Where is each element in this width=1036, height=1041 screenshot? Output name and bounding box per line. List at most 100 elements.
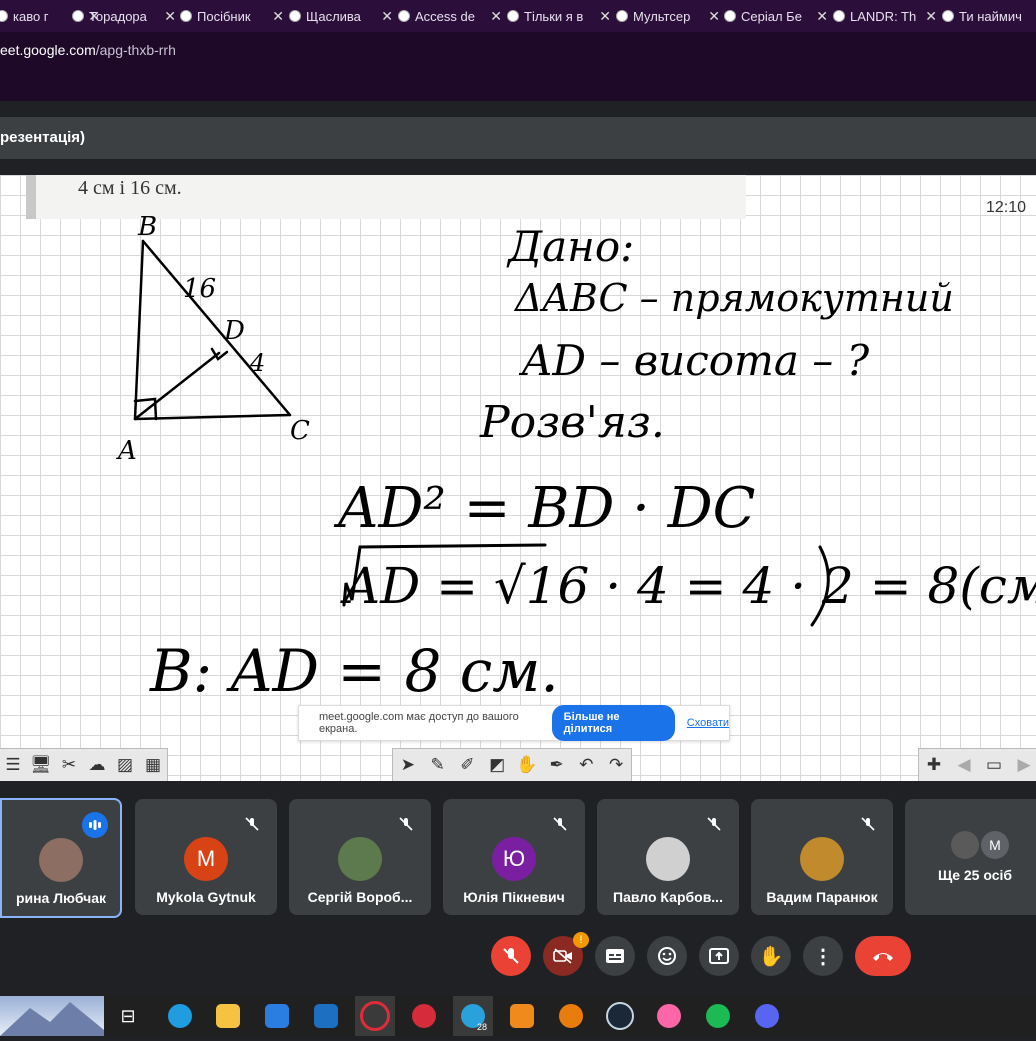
raise-hand-button[interactable]: ✋: [751, 936, 791, 976]
given-line-2: AD – висота – ?: [518, 336, 870, 385]
mail-icon: [314, 1004, 338, 1028]
more-participants-tile[interactable]: M Ще 25 осіб: [905, 799, 1036, 915]
image-icon[interactable]: ▨: [113, 752, 137, 778]
fl-studio-icon: [510, 1004, 534, 1028]
desktop-icon[interactable]: 🖥: [29, 752, 53, 778]
hide-notice-link[interactable]: Сховати: [687, 717, 729, 729]
browser-tab[interactable]: Ти наймич✕: [942, 0, 1036, 32]
pen-icon[interactable]: ✎: [425, 752, 451, 778]
app-red-button[interactable]: [404, 996, 444, 1036]
browser-tab-bar: каво г ✕ Торадора ✕ Посібник ✕ Щаслива ✕ Access …: [0, 0, 1036, 32]
tab-favicon-icon: [398, 10, 410, 22]
menu-icon[interactable]: ☰: [1, 752, 25, 778]
browser-tab[interactable]: Тільки я в ✕: [507, 0, 611, 32]
participant-tile[interactable]: M Mykola Gytnuk: [135, 799, 277, 915]
undo-icon[interactable]: ↶: [574, 752, 600, 778]
blender-button[interactable]: [551, 996, 591, 1036]
telegram-button[interactable]: 28: [453, 996, 493, 1036]
edge-button[interactable]: [160, 996, 200, 1036]
cloud-icon[interactable]: ☁: [85, 752, 109, 778]
fl-studio-button[interactable]: [502, 996, 542, 1036]
muted-mic-icon: [855, 811, 881, 837]
browser-tab[interactable]: Щаслива ✕: [289, 0, 393, 32]
eraser-icon[interactable]: ◩: [484, 752, 510, 778]
calculator-icon[interactable]: ▦: [141, 752, 165, 778]
equation-1: AD² = BD · DC: [333, 476, 756, 541]
browser-tab[interactable]: Серіал Бе ✕: [724, 0, 828, 32]
present-icon: [709, 948, 729, 964]
given-heading: Дано:: [506, 222, 634, 271]
tab-close-icon[interactable]: ✕: [490, 8, 502, 25]
participant-tile[interactable]: Вадим Паранюк: [751, 799, 893, 915]
presentation-title: резентація): [0, 129, 85, 146]
tab-favicon-icon: [0, 10, 8, 22]
more-options-button[interactable]: ⋮: [803, 936, 843, 976]
tab-favicon-icon: [833, 10, 845, 22]
participant-name: Павло Карбов...: [613, 889, 723, 905]
osu-button[interactable]: [649, 996, 689, 1036]
participant-avatar: [800, 837, 844, 881]
marker-icon[interactable]: ✒: [544, 752, 570, 778]
mail-button[interactable]: [306, 996, 346, 1036]
tab-close-icon[interactable]: ✕: [272, 8, 284, 25]
participant-avatar: M: [184, 837, 228, 881]
tab-title: Access de: [415, 8, 475, 24]
board-toolbar-right: ✚ ◀ ▭ ▶: [918, 748, 1036, 782]
hand-icon[interactable]: ✋: [514, 752, 540, 778]
prev-page-icon[interactable]: ◀: [951, 752, 977, 778]
present-button[interactable]: [699, 936, 739, 976]
address-bar[interactable]: eet.google.com/apg-thxb-rrh: [0, 32, 1036, 101]
redo-icon[interactable]: ↷: [603, 752, 629, 778]
discord-button[interactable]: [747, 996, 787, 1036]
camera-warning-badge: !: [573, 932, 589, 948]
url-text[interactable]: eet.google.com/apg-thxb-rrh: [0, 42, 176, 58]
triangle-ab: [133, 239, 145, 421]
tab-title: LANDR: Th: [850, 8, 917, 24]
highlighter-icon[interactable]: ✐: [455, 752, 481, 778]
add-page-icon[interactable]: ✚: [921, 752, 947, 778]
spotify-button[interactable]: [698, 996, 738, 1036]
file-explorer-button[interactable]: [208, 996, 248, 1036]
pointer-icon[interactable]: ➤: [395, 752, 421, 778]
participant-tile[interactable]: Павло Карбов...: [597, 799, 739, 915]
tab-title: Щаслива: [306, 8, 361, 24]
tab-close-icon[interactable]: ✕: [816, 8, 828, 25]
screen-share-notice: meet.google.com має доступ до вашого екр…: [298, 705, 730, 741]
tab-close-icon[interactable]: ✕: [381, 8, 393, 25]
page-icon[interactable]: ▭: [981, 752, 1007, 778]
browser-tab[interactable]: LANDR: Th ✕: [833, 0, 937, 32]
task-view-button[interactable]: ⊟: [108, 996, 148, 1036]
emoji-button[interactable]: [647, 936, 687, 976]
edge-icon: [168, 1004, 192, 1028]
opera-button[interactable]: [355, 996, 395, 1036]
tab-favicon-icon: [724, 10, 736, 22]
browser-tab[interactable]: Торадора ✕: [72, 0, 176, 32]
speaking-indicator-icon: [82, 812, 108, 838]
browser-tab[interactable]: Посібник ✕: [180, 0, 284, 32]
next-page-icon[interactable]: ▶: [1011, 752, 1036, 778]
browser-tab[interactable]: Мультсер ✕: [616, 0, 720, 32]
tab-title: Тільки я в: [524, 8, 584, 24]
telegram-badge: 28: [476, 1022, 487, 1032]
participant-tile[interactable]: Ю Юлія Пікневич: [443, 799, 585, 915]
mic-off-icon: [503, 948, 519, 964]
tab-close-icon[interactable]: ✕: [708, 8, 720, 25]
more-participants-label: Ще 25 осіб: [937, 867, 1013, 883]
stop-sharing-button[interactable]: Більше не ділитися: [551, 705, 675, 741]
opera-icon: [360, 1001, 390, 1031]
tools-icon[interactable]: ✂: [57, 752, 81, 778]
captions-icon: [606, 949, 624, 963]
mic-toggle-button[interactable]: [491, 936, 531, 976]
camera-toggle-button[interactable]: !: [543, 932, 589, 976]
participant-tile[interactable]: Сергій Вороб...: [289, 799, 431, 915]
browser-tab[interactable]: Access de ✕: [398, 0, 502, 32]
captions-button[interactable]: [595, 936, 635, 976]
tab-close-icon[interactable]: ✕: [164, 8, 176, 25]
steam-button[interactable]: [600, 996, 640, 1036]
steam-icon: [606, 1002, 634, 1030]
leave-call-button[interactable]: [855, 936, 911, 976]
tab-close-icon[interactable]: ✕: [925, 8, 937, 25]
store-button[interactable]: [257, 996, 297, 1036]
participant-tile[interactable]: рина Любчак: [0, 798, 122, 918]
tab-close-icon[interactable]: ✕: [599, 8, 611, 25]
